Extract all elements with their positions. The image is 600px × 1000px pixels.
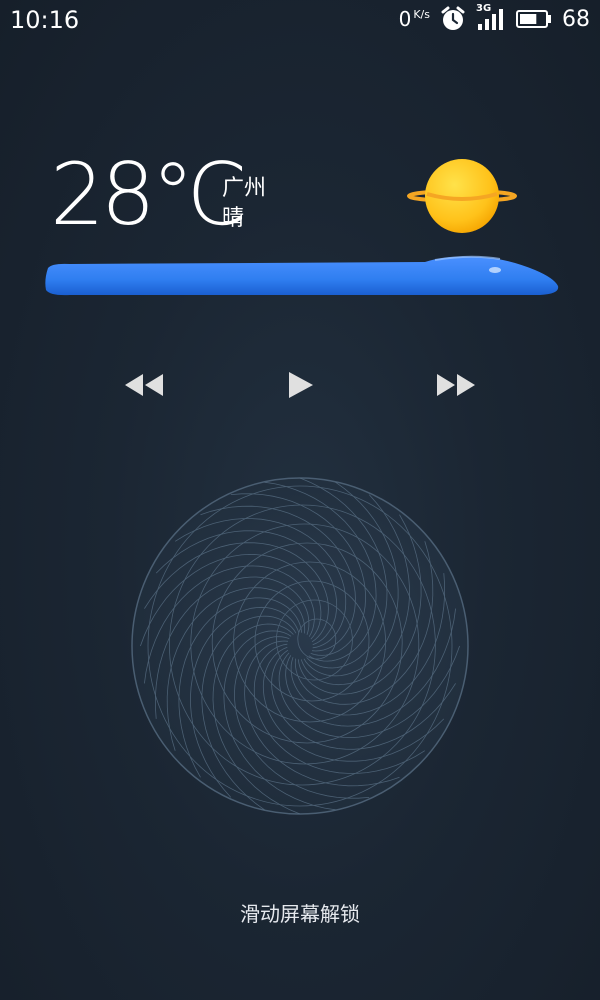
- status-bar: 10:16 0 K/s 3G 68: [0, 0, 600, 38]
- sun-icon: [407, 159, 517, 233]
- battery-icon: [516, 10, 551, 28]
- unlock-hint: 滑动屏幕解锁: [240, 902, 360, 926]
- battery-fill: [520, 14, 537, 24]
- media-controls: [0, 364, 600, 406]
- network-speed-value: 0: [398, 7, 412, 31]
- fast-forward-icon: [437, 374, 475, 396]
- status-time: 10:16: [10, 6, 80, 34]
- rewind-button[interactable]: [122, 364, 166, 406]
- play-icon: [289, 372, 313, 398]
- play-button[interactable]: [278, 364, 322, 406]
- network-speed: 0 K/s: [399, 7, 430, 31]
- battery-percent: 68: [562, 6, 590, 32]
- city-name: 广州: [222, 176, 267, 201]
- signal-indicator: 3G: [476, 3, 506, 32]
- fast-forward-button[interactable]: [434, 364, 478, 406]
- weather-widget[interactable]: 28℃ 广州 晴: [0, 140, 600, 310]
- wireframe-orb[interactable]: [130, 476, 470, 816]
- weather-condition: 晴: [222, 206, 245, 231]
- status-icons: 0 K/s 3G 68: [399, 3, 590, 33]
- network-speed-unit: K/s: [413, 8, 430, 21]
- alarm-icon: [441, 6, 465, 30]
- weather-ground-bar: [45, 255, 559, 296]
- temperature: 28℃: [50, 145, 248, 245]
- signal-icon: [478, 9, 503, 30]
- rewind-icon: [125, 374, 163, 396]
